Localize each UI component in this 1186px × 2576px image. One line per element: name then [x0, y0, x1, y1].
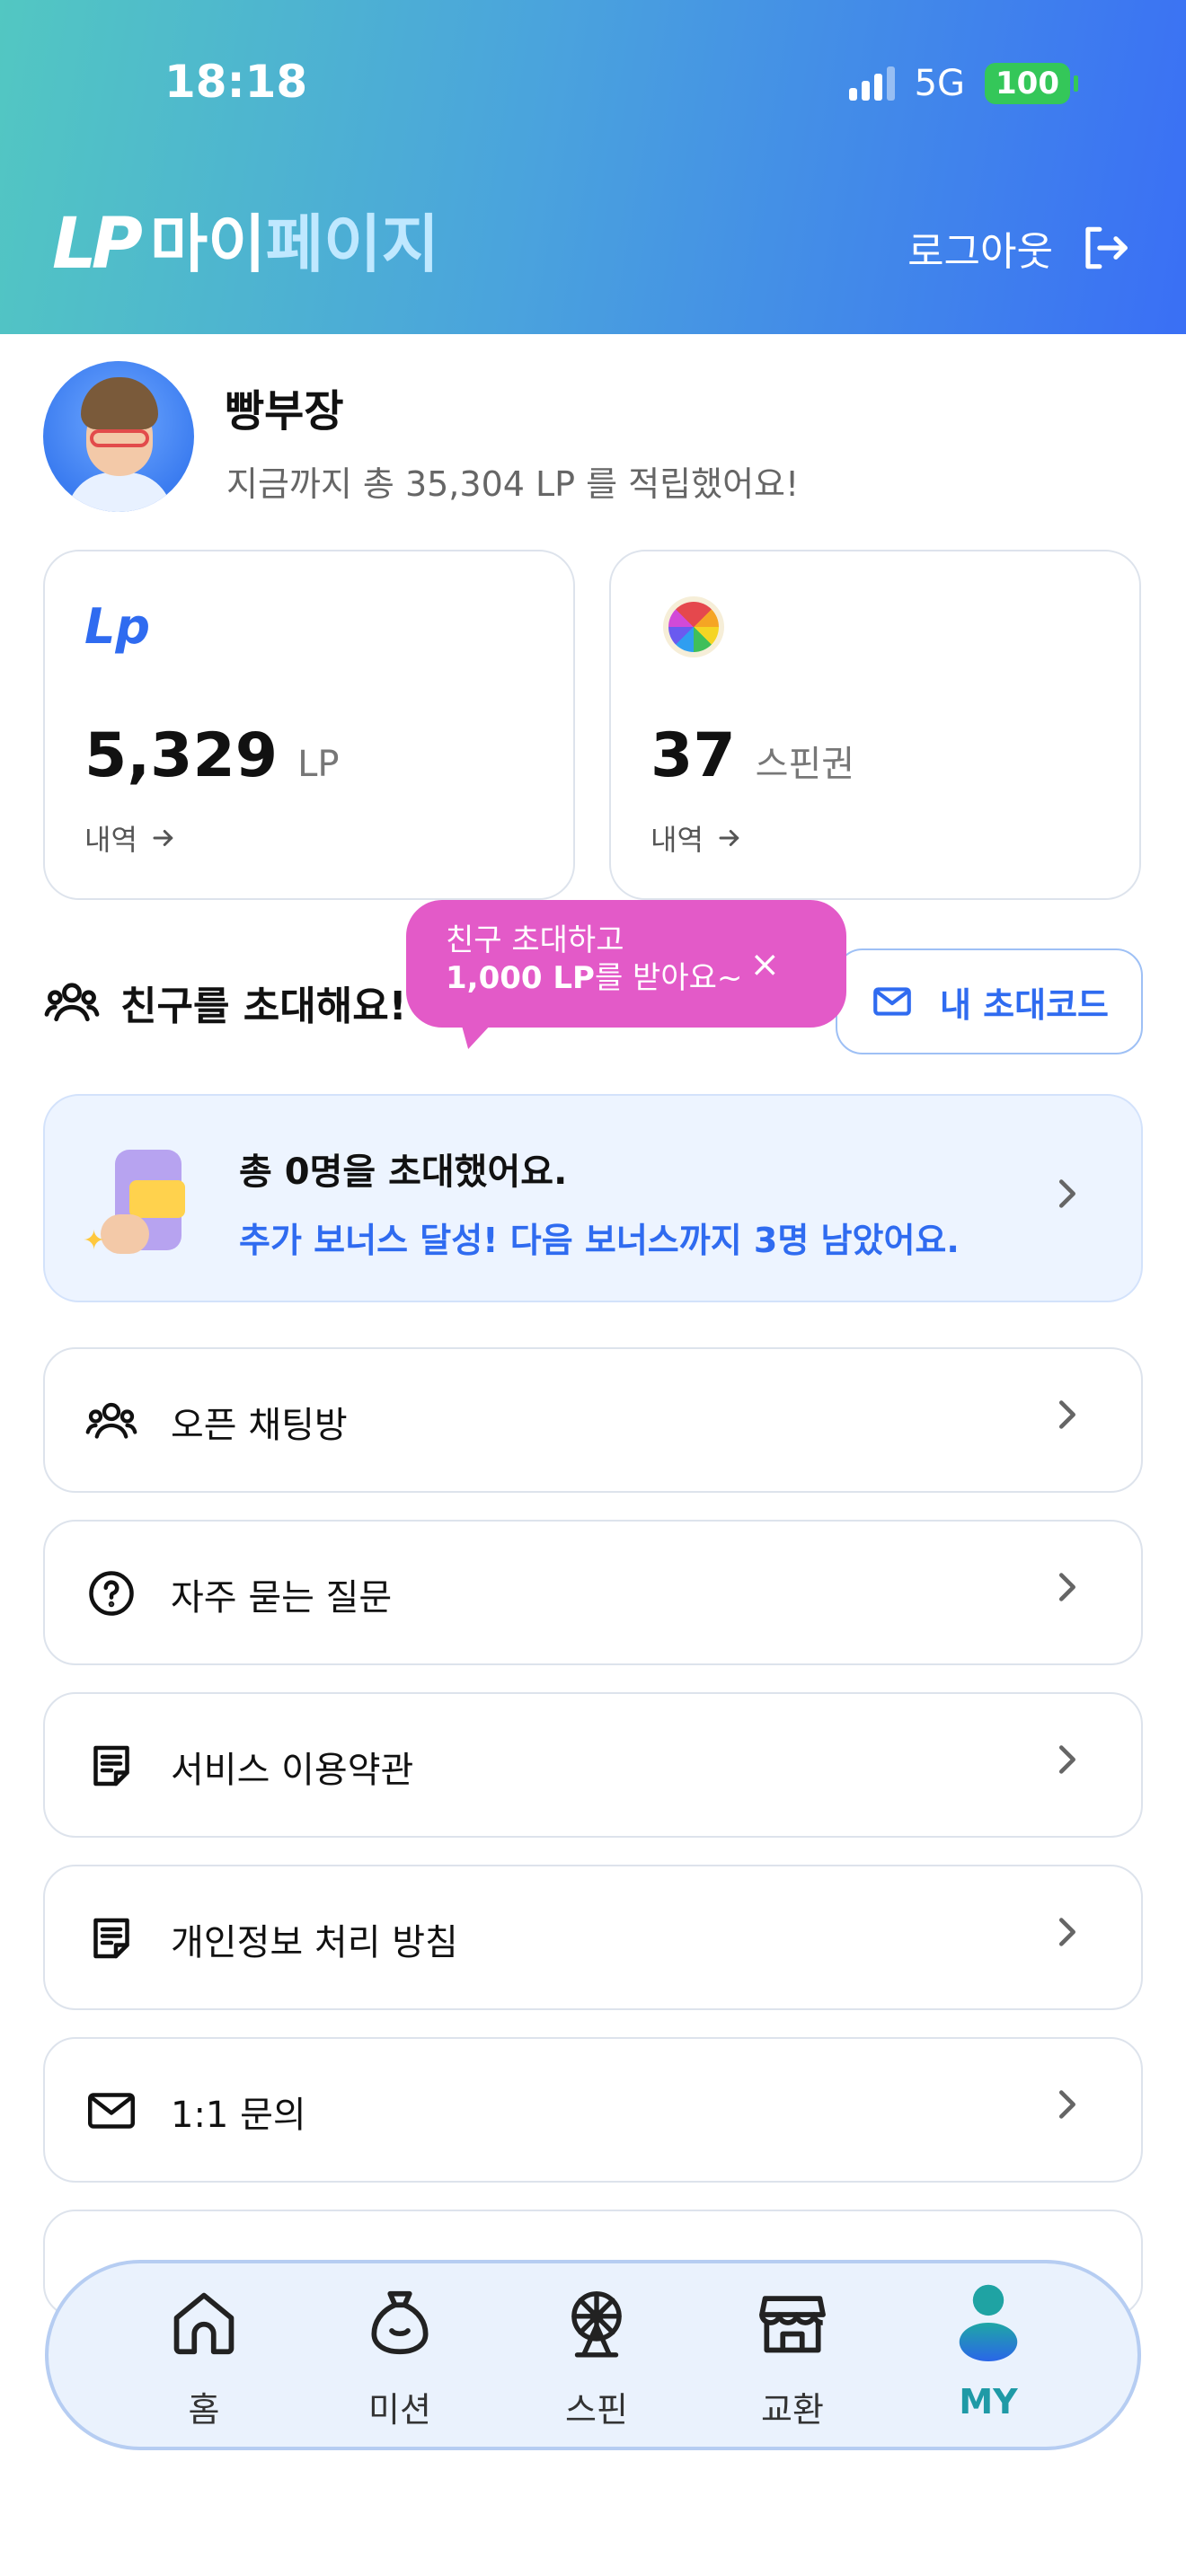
nav-label: 교환 [761, 2390, 824, 2430]
lp-logo: LP [52, 204, 143, 285]
invite-count-text: 총 0명을 초대했어요. [239, 1151, 568, 1193]
chevron-right-icon [1058, 1573, 1075, 1601]
chevron-right-icon [1058, 1918, 1075, 1946]
tooltip-reward: 1,000 LP [446, 960, 595, 996]
tooltip-line1: 친구 초대하고 [446, 922, 624, 958]
nav-label: MY [959, 2382, 1018, 2422]
invite-tooltip: 친구 초대하고 1,000 LP를 받아요~ × [406, 900, 846, 1049]
lp-amount: 5,329 LP [84, 720, 340, 791]
nav-mission[interactable]: 미션 [328, 2280, 472, 2441]
invite-section-title: 친구를 초대해요! [43, 974, 407, 1031]
status-time: 18:18 [164, 56, 308, 108]
store-icon [751, 2280, 834, 2366]
menu-item-faq[interactable]: 자주 묻는 질문 [43, 1520, 1143, 1665]
menu-label: 1:1 문의 [171, 2095, 306, 2136]
tooltip-line2-rest: 를 받아요~ [594, 960, 743, 996]
tooltip-line2: 1,000 LP를 받아요~ [446, 959, 846, 997]
logout-icon [1085, 226, 1128, 269]
menu-item-terms[interactable]: 서비스 이용약관 [43, 1692, 1143, 1838]
people-icon [85, 1402, 137, 1439]
chevron-right-icon [1058, 2090, 1075, 2119]
brand: LP 마이페이지 [52, 208, 439, 280]
spin-unit: 스핀권 [755, 744, 855, 785]
lp-history-link[interactable]: 내역 [84, 817, 177, 859]
lp-unit: LP [297, 744, 340, 785]
nav-my[interactable]: MY [916, 2280, 1060, 2441]
nav-label: 홈 [188, 2390, 220, 2430]
arrow-right-icon [719, 830, 739, 846]
menu-item-open-chat[interactable]: 오픈 채팅방 [43, 1347, 1143, 1493]
nav-exchange[interactable]: 교환 [721, 2280, 864, 2441]
menu-item-inquiry[interactable]: 1:1 문의 [43, 2037, 1143, 2183]
chevron-right-icon [1058, 1745, 1075, 1774]
mail-icon [873, 987, 911, 1016]
lp-history-label: 내역 [84, 823, 137, 857]
home-icon [163, 2280, 245, 2366]
money-bag-icon [358, 2280, 441, 2366]
spin-history-label: 내역 [651, 823, 704, 857]
question-circle-icon [89, 1571, 134, 1616]
nav-home[interactable]: 홈 [132, 2280, 276, 2441]
chevron-right-icon [1058, 1400, 1075, 1429]
people-icon [44, 983, 100, 1022]
spin-value: 37 [651, 720, 736, 791]
chevron-right-icon [1058, 1179, 1075, 1208]
spin-wheel-icon [668, 602, 719, 652]
nav-label: 미션 [368, 2390, 431, 2430]
document-icon [93, 1745, 129, 1786]
battery-icon: 100 [985, 63, 1070, 104]
tooltip-tail [452, 1022, 493, 1049]
logout-label: 로그아웃 [907, 229, 1053, 275]
menu-label: 개인정보 처리 방침 [171, 1922, 458, 1963]
menu-label: 서비스 이용약관 [171, 1750, 414, 1791]
page-title: 마이페이지 [150, 208, 439, 280]
user-icon [947, 2280, 1030, 2366]
spin-ticket-card[interactable]: 37 스핀권 내역 [609, 550, 1141, 900]
tooltip-close-icon[interactable]: × [749, 947, 780, 983]
my-invite-code-button[interactable]: 내 초대코드 [836, 948, 1143, 1054]
ferris-wheel-icon [555, 2280, 638, 2366]
lp-balance-card[interactable]: Lp 5,329 LP 내역 [43, 550, 575, 900]
spin-history-link[interactable]: 내역 [651, 817, 743, 859]
invite-status-banner[interactable]: ✦ 총 0명을 초대했어요. 추가 보너스 달성! 다음 보너스까지 3명 남았… [43, 1094, 1143, 1302]
signal-icon [848, 66, 895, 101]
menu-label: 자주 묻는 질문 [171, 1577, 393, 1619]
document-icon [93, 1918, 129, 1959]
lp-icon: Lp [84, 598, 151, 655]
header: 18:18 5G 100 LP 마이페이지 로그아웃 [0, 0, 1186, 334]
page-title-part2: 페이지 [265, 207, 439, 281]
invite-bonus-text: 추가 보너스 달성! 다음 보너스까지 3명 남았어요. [239, 1221, 960, 1260]
avatar [43, 361, 194, 512]
nav-spin[interactable]: 스핀 [525, 2280, 668, 2441]
lp-value: 5,329 [84, 720, 279, 791]
invite-title-text: 친구를 초대해요! [120, 984, 407, 1029]
logout-button[interactable]: 로그아웃 [907, 219, 1132, 277]
spin-amount: 37 스핀권 [651, 720, 854, 791]
points-summary: 지금까지 총 35,304 LP 를 적립했어요! [226, 464, 800, 504]
mail-icon [88, 2093, 135, 2129]
menu-item-privacy-policy[interactable]: 개인정보 처리 방침 [43, 1865, 1143, 2010]
page-title-part1: 마이 [149, 207, 266, 281]
arrow-right-icon [153, 830, 173, 846]
network-type: 5G [914, 63, 966, 104]
invite-illustration: ✦ [83, 1144, 217, 1261]
my-page-screen: 18:18 5G 100 LP 마이페이지 로그아웃 빵부장 지금까지 총 35… [0, 0, 1186, 2576]
my-invite-code-label: 내 초대코드 [939, 984, 1110, 1025]
nav-label: 스핀 [565, 2390, 628, 2430]
battery-cap [1074, 75, 1078, 92]
menu-label: 오픈 채팅방 [171, 1405, 348, 1446]
bottom-nav: 홈 미션 스핀 교환 MY [45, 2260, 1141, 2450]
status-indicators: 5G 100 [848, 63, 1078, 104]
user-name: 빵부장 [225, 386, 344, 437]
